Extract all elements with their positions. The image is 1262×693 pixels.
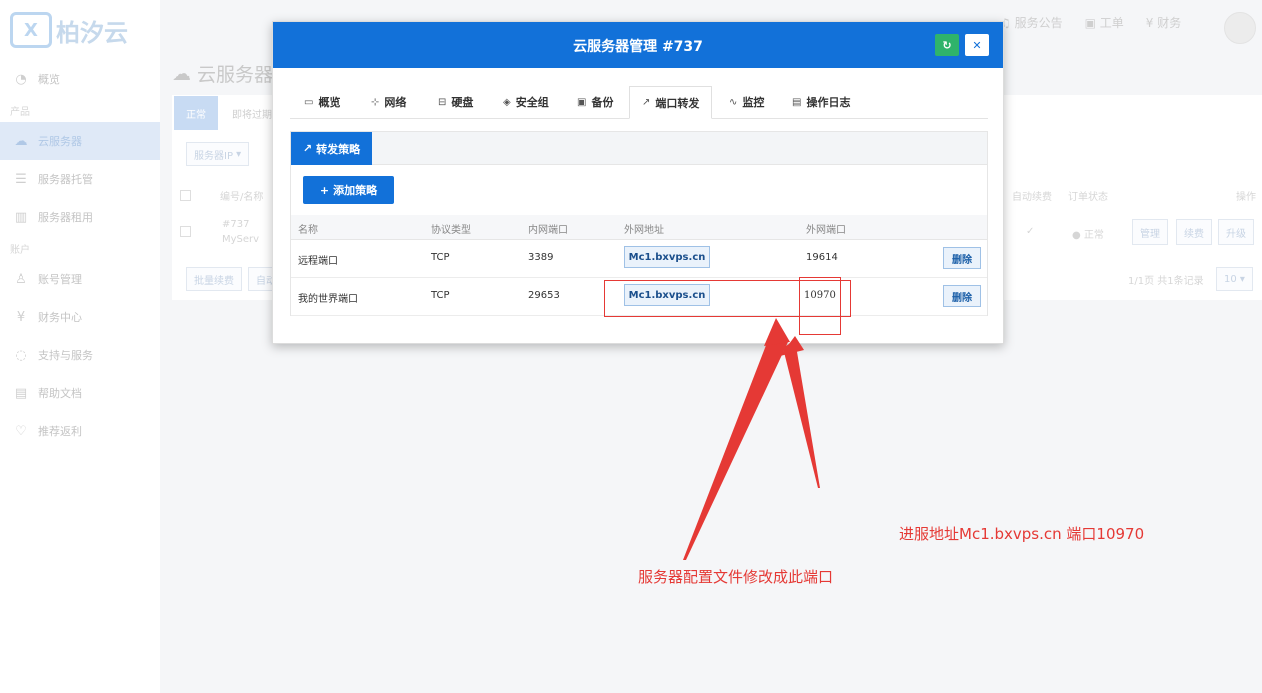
- note-config-port: 服务器配置文件修改成此端口: [638, 568, 834, 586]
- arrow-right: [783, 340, 820, 488]
- note-join-address: 进服地址Mc1.bxvps.cn 端口10970: [899, 525, 1145, 543]
- annotation-arrows: [683, 318, 820, 560]
- arrow-left-head: [764, 318, 790, 346]
- arrow-left: [683, 322, 788, 560]
